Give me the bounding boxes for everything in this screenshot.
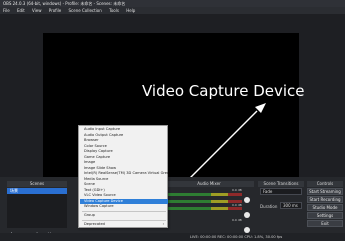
menu-item-deprecated[interactable]: Deprecated › bbox=[80, 222, 168, 227]
start-streaming-button[interactable]: Start Streaming bbox=[307, 188, 343, 195]
studio-mode-button[interactable]: Studio Mode bbox=[307, 204, 343, 211]
exit-button[interactable]: Exit bbox=[307, 220, 343, 227]
mixer-db-value: 0.0 dB bbox=[232, 218, 242, 222]
start-recording-button[interactable]: Start Recording bbox=[307, 196, 343, 203]
audio-meter bbox=[164, 193, 242, 196]
menu-item-window-capture[interactable]: Window Capture bbox=[80, 204, 168, 209]
scene-list[interactable] bbox=[7, 188, 67, 228]
menu-edit[interactable]: Edit bbox=[17, 8, 25, 13]
scenes-dock-title: Scenes bbox=[7, 181, 67, 187]
mixer-dock-title: Audio Mixer bbox=[164, 181, 254, 187]
menu-help[interactable]: Help bbox=[126, 8, 135, 13]
mixer-db-value: 0.0 dB bbox=[232, 188, 242, 192]
mixer-db-value: 0.0 dB bbox=[232, 203, 242, 207]
menu-bar: File Edit View Profile Scene Collection … bbox=[0, 7, 345, 14]
duration-input[interactable]: 300 ms bbox=[280, 202, 302, 209]
menu-profile[interactable]: Profile bbox=[49, 8, 61, 13]
transitions-dock-title: Scene Transitions bbox=[258, 181, 304, 187]
menu-file[interactable]: File bbox=[3, 8, 10, 13]
submenu-arrow-icon: › bbox=[162, 222, 164, 226]
title-bar: OBS 24.0.3 (64-bit, windows) - Profile: … bbox=[0, 0, 345, 7]
menu-tools[interactable]: Tools bbox=[109, 8, 119, 13]
menu-separator bbox=[82, 211, 166, 212]
menu-separator bbox=[82, 220, 166, 221]
scene-item[interactable]: 场景 bbox=[7, 188, 67, 194]
add-source-menu: Audio Input Capture Audio Output Capture… bbox=[78, 125, 168, 228]
status-bar: LIVE: 00:00:00 REC: 00:00:00 CPU: 1.8%, … bbox=[0, 233, 345, 241]
window-title: OBS 24.0.3 (64-bit, windows) - Profile: … bbox=[3, 1, 126, 6]
menu-scene-collection[interactable]: Scene Collection bbox=[69, 8, 102, 13]
audio-meter bbox=[164, 207, 242, 210]
duration-label: Duration bbox=[260, 204, 278, 209]
settings-button[interactable]: Settings bbox=[307, 212, 343, 219]
volume-knob[interactable] bbox=[244, 212, 250, 218]
controls-dock-title: Controls bbox=[307, 181, 343, 187]
transition-type-select[interactable]: Fade bbox=[260, 188, 302, 195]
annotation-label: Video Capture Device bbox=[142, 82, 305, 100]
menu-item-group[interactable]: Group bbox=[80, 213, 168, 218]
obs-window: OBS 24.0.3 (64-bit, windows) - Profile: … bbox=[0, 0, 345, 241]
menu-view[interactable]: View bbox=[32, 8, 42, 13]
menu-item-deprecated-label: Deprecated bbox=[84, 222, 105, 226]
volume-knob[interactable] bbox=[244, 197, 250, 203]
audio-meter bbox=[164, 200, 242, 203]
